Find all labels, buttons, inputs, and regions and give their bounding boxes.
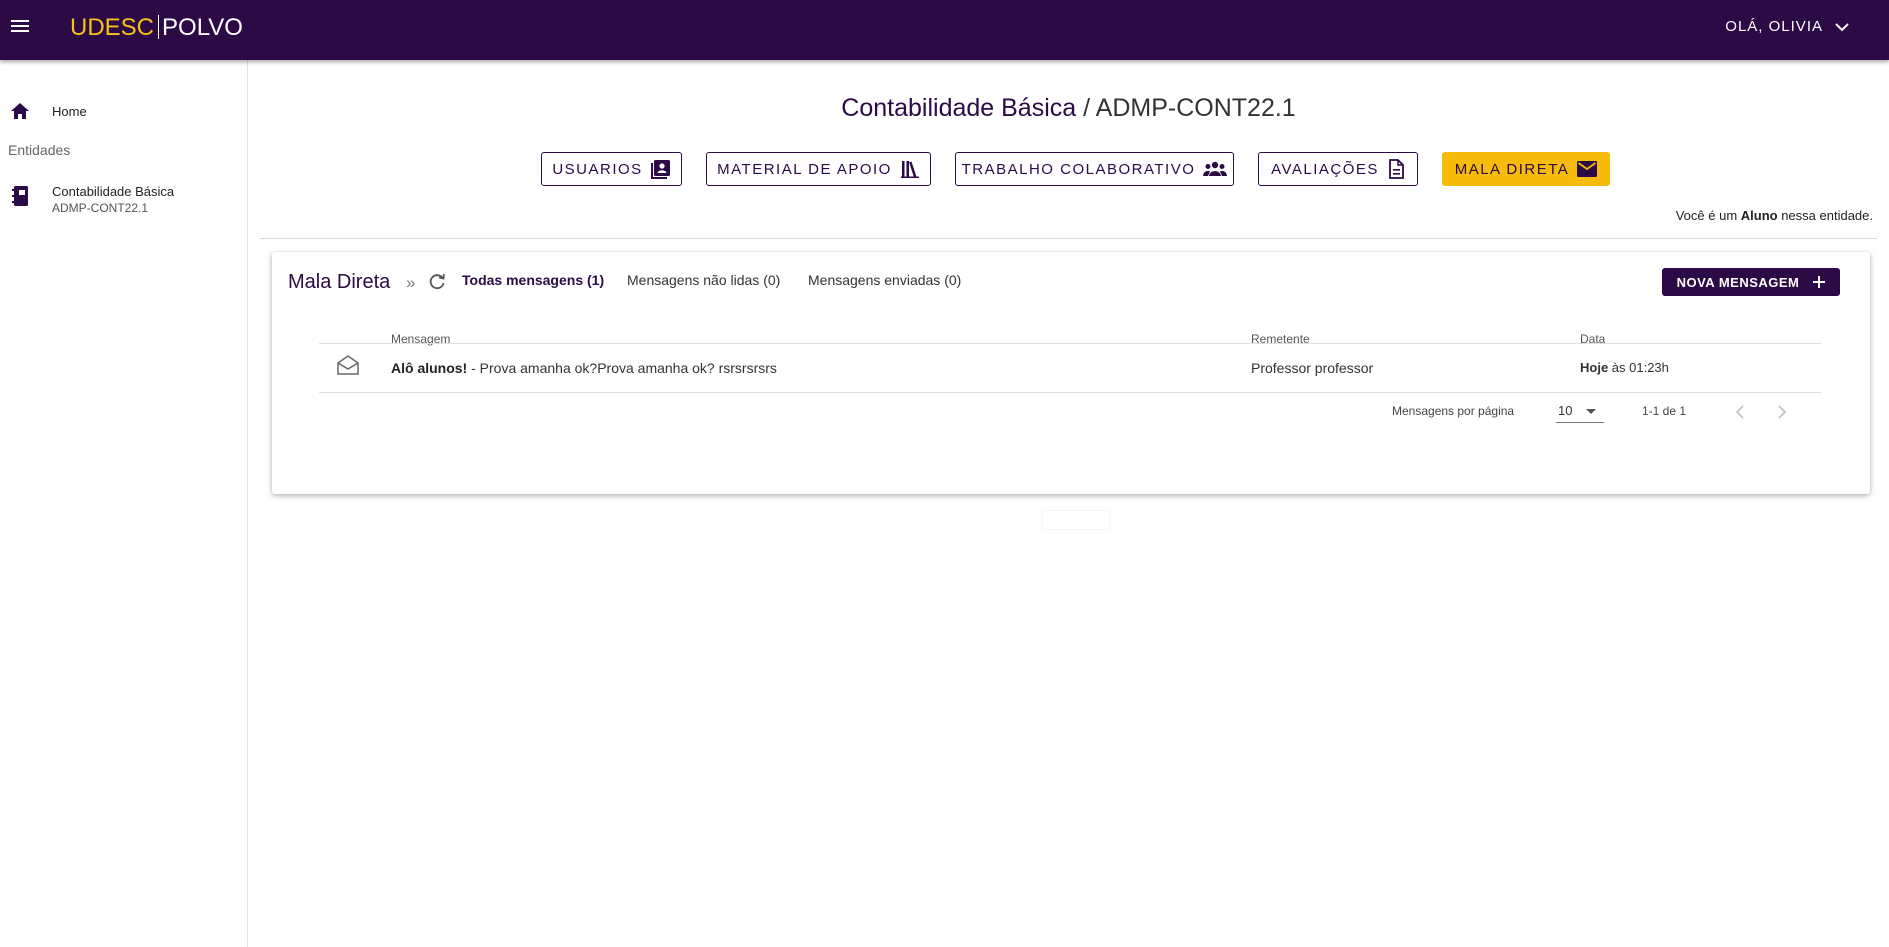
card-title: Mala Direta xyxy=(288,271,391,293)
divider xyxy=(260,238,1877,239)
entity-code: ADMP-CONT22.1 xyxy=(52,201,149,215)
material-de-apoio-button[interactable]: MATERIAL DE APOIO xyxy=(706,152,931,186)
role-prefix: Você é um xyxy=(1675,208,1741,223)
message-subject: Alô alunos! xyxy=(391,360,468,376)
avaliacoes-label: AVALIAÇÕES xyxy=(1271,160,1379,178)
chevron-down-icon xyxy=(1835,22,1849,31)
course-code: ADMP-CONT22.1 xyxy=(1095,94,1296,122)
contacts-book-icon xyxy=(650,160,670,179)
mail-icon xyxy=(1577,161,1598,177)
refresh-icon[interactable] xyxy=(428,273,446,291)
logo-udesc: UDESC xyxy=(70,14,155,41)
avaliacoes-button[interactable]: AVALIAÇÕES xyxy=(1258,152,1418,186)
sidebar: Home Entidades Contabilidade Básica ADMP… xyxy=(0,60,248,947)
menu-icon[interactable] xyxy=(8,14,32,38)
nova-mensagem-button[interactable]: NOVA MENSAGEM xyxy=(1662,268,1840,296)
plus-icon xyxy=(1813,276,1826,288)
user-greeting: OLÁ, OLIVIA xyxy=(1725,18,1823,35)
tab-todas-mensagens[interactable]: Todas mensagens (1) xyxy=(462,272,604,288)
table-row[interactable]: Alô alunos! - Prova amanha ok?Prova aman… xyxy=(319,344,1821,392)
logo-polvo: POLVO xyxy=(162,14,243,41)
trabalho-colaborativo-button[interactable]: TRABALHO COLABORATIVO xyxy=(955,152,1234,186)
breadcrumb-separator: » xyxy=(406,273,416,292)
usuarios-button[interactable]: USUARIOS xyxy=(541,152,682,186)
faded-overlay-placeholder xyxy=(1042,510,1110,530)
dropdown-arrow-icon xyxy=(1586,409,1596,414)
sidebar-item-entity[interactable]: Contabilidade Básica ADMP-CONT22.1 xyxy=(0,178,247,224)
per-page-select[interactable]: 10 xyxy=(1556,400,1604,423)
course-name: Contabilidade Básica xyxy=(841,94,1077,122)
page-title: Contabilidade Básica / ADMP-CONT22.1 xyxy=(248,94,1889,123)
trabalho-colaborativo-label: TRABALHO COLABORATIVO xyxy=(961,160,1196,178)
home-icon xyxy=(11,103,29,119)
message-sender: Professor professor xyxy=(1251,360,1374,376)
envelope-open-icon xyxy=(337,355,359,375)
message-date-day: Hoje xyxy=(1580,360,1609,375)
role-info: Você é um Aluno nessa entidade. xyxy=(1676,208,1873,223)
sidebar-section-title: Entidades xyxy=(8,142,71,158)
app-logo[interactable]: UDESC POLVO xyxy=(70,14,243,42)
title-separator: / xyxy=(1076,94,1096,122)
role-suffix: nessa entidade. xyxy=(1777,208,1873,223)
group-icon xyxy=(1203,161,1228,176)
row-divider xyxy=(319,392,1821,393)
document-icon xyxy=(1389,159,1404,179)
sidebar-item-home[interactable]: Home xyxy=(0,92,247,132)
tab-enviadas[interactable]: Mensagens enviadas (0) xyxy=(808,272,961,288)
mala-direta-card: Mala Direta » Todas mensagens (1) Mensag… xyxy=(272,252,1870,494)
message-date: Hoje às 01:23h xyxy=(1580,360,1669,375)
entity-name: Contabilidade Básica xyxy=(52,184,175,199)
material-de-apoio-label: MATERIAL DE APOIO xyxy=(717,160,892,178)
mala-direta-button[interactable]: MALA DIRETA xyxy=(1442,152,1610,186)
next-page-icon[interactable] xyxy=(1776,404,1788,420)
role-value: Aluno xyxy=(1740,208,1778,223)
pagination-range: 1-1 de 1 xyxy=(1642,404,1687,418)
library-icon xyxy=(900,161,919,178)
message-date-time: às 01:23h xyxy=(1608,360,1669,375)
message-text: Alô alunos! - Prova amanha ok?Prova aman… xyxy=(391,360,777,376)
mala-direta-label: MALA DIRETA xyxy=(1454,160,1570,178)
user-menu[interactable]: OLÁ, OLIVIA xyxy=(1725,18,1849,35)
notebook-icon xyxy=(12,186,28,206)
previous-page-icon[interactable] xyxy=(1734,404,1746,420)
sidebar-item-label: Home xyxy=(52,104,87,119)
per-page-value: 10 xyxy=(1558,403,1573,418)
tab-nao-lidas[interactable]: Mensagens não lidas (0) xyxy=(627,272,780,288)
per-page-label: Mensagens por página xyxy=(1392,404,1515,418)
message-preview: - Prova amanha ok?Prova amanha ok? rsrsr… xyxy=(467,360,777,376)
nova-mensagem-label: NOVA MENSAGEM xyxy=(1676,274,1800,290)
top-app-bar: UDESC POLVO OLÁ, OLIVIA xyxy=(0,0,1889,60)
usuarios-label: USUARIOS xyxy=(552,160,643,178)
